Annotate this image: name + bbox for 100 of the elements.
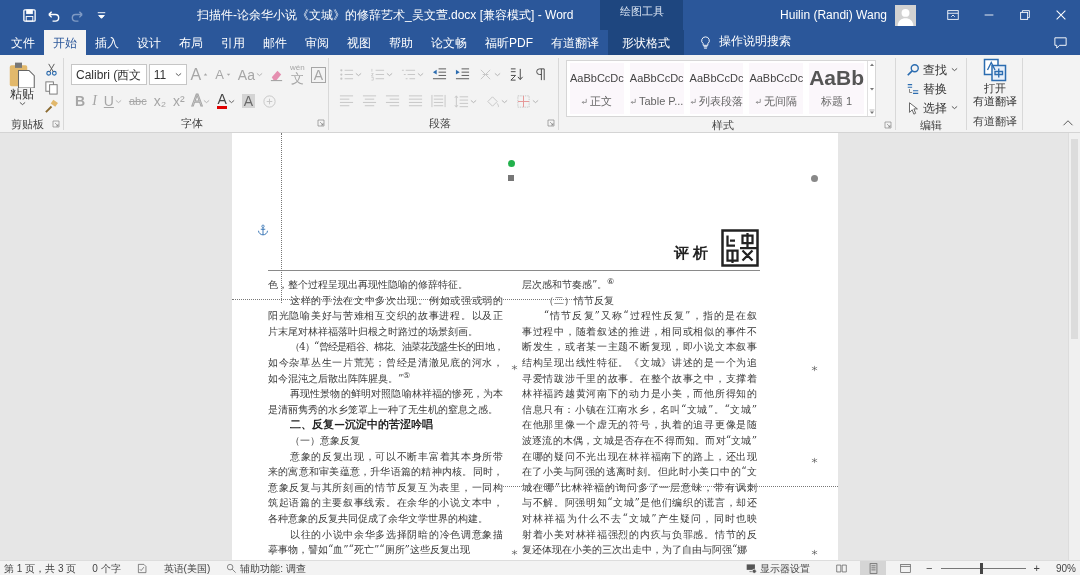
- paragraph: 以往的小说中余华多选择阴暗的冷色调意象描 摹事物，譬如“血”“死亡”“厕所”这些反复出现: [268, 526, 503, 558]
- ribbon-tab[interactable]: 形状格式: [608, 30, 684, 55]
- caret-icon: [255, 71, 263, 78]
- tell-me-search[interactable]: 操作说明搜索: [719, 32, 791, 50]
- style-item[interactable]: AaBbCcDc 正文: [570, 63, 624, 114]
- word-count[interactable]: 0 个字: [92, 560, 121, 575]
- print-view-button[interactable]: [860, 561, 887, 575]
- zoom-out-button[interactable]: −: [924, 562, 935, 574]
- dialog-launcher-icon[interactable]: [317, 119, 325, 128]
- copy-icon[interactable]: [44, 80, 59, 96]
- ribbon-tab[interactable]: 有道翻译: [542, 30, 608, 55]
- font-name-field[interactable]: Calibri (西文: [71, 64, 147, 85]
- display-settings-button[interactable]: 显示器设置: [746, 560, 811, 575]
- caret-icon: [203, 97, 211, 105]
- paragraph: 再现性景物的鲜明对照隐喻林祥福的惨死，为本 是清丽隽秀的水乡笼罩上一种了无生机的窒息之感。: [268, 386, 503, 417]
- asterisk-icon: [811, 457, 818, 464]
- caret-icon: [355, 71, 362, 78]
- distribute-icon: [431, 93, 446, 109]
- context-label: 绘图工具: [600, 0, 683, 30]
- paragraph: 意象的反复出现，可以不断丰富着其本身所带 来的寓意和审美蕴意，升华语篇的精神内核。同时， 意象反复与其所刻画的情节反复互为表里，一同构 筑起语篇的主要叙事线索。在余华的小说文本中， 各种意象的反复共同促成了余华文学世界的构建。: [268, 448, 503, 526]
- ribbon-tab[interactable]: 视图: [338, 30, 380, 55]
- rotation-handle[interactable]: [508, 160, 515, 167]
- section-title: 评析: [674, 242, 712, 264]
- ribbon-tab[interactable]: 福昕PDF: [476, 30, 542, 55]
- font-size-field[interactable]: 11: [148, 64, 187, 85]
- shrink-arrow-icon: [224, 71, 232, 78]
- caret-icon: [114, 97, 122, 105]
- group-label: 剪贴板: [10, 117, 45, 132]
- subsection-heading: （一）意象反复: [288, 432, 361, 448]
- ribbon-tab[interactable]: 设计: [128, 30, 170, 55]
- page-count[interactable]: 第 1 页，共 3 页: [4, 560, 77, 575]
- resize-handle[interactable]: [811, 175, 818, 182]
- ribbon-tab[interactable]: 开始: [44, 30, 86, 55]
- brush-icon[interactable]: [44, 99, 59, 115]
- font-color-button[interactable]: A: [215, 90, 237, 112]
- proofing-icon[interactable]: [136, 562, 148, 574]
- style-item[interactable]: AaBb 标题 1: [809, 63, 865, 114]
- save-icon[interactable]: [22, 7, 37, 23]
- ribbon-tab[interactable]: 论文畅: [422, 30, 476, 55]
- asterisk-icon: [811, 365, 818, 372]
- caret-icon: [494, 71, 501, 78]
- paragraph: 层次感和节奏感”。$^{⑥}$: [522, 277, 616, 292]
- scroll-up-icon[interactable]: [868, 61, 877, 69]
- anchor-icon[interactable]: [257, 224, 269, 236]
- caret-icon: [417, 71, 424, 78]
- language-status[interactable]: 英语(美国): [163, 560, 211, 575]
- avatar-icon[interactable]: [895, 4, 916, 26]
- paste-button[interactable]: 粘贴: [6, 60, 38, 116]
- caret-icon: [951, 104, 958, 111]
- translate-icon: [982, 58, 1007, 82]
- caret-icon: [19, 100, 26, 107]
- translate-button[interactable]: 打开 有道翻译: [967, 58, 1022, 110]
- zoom-thumb[interactable]: [980, 562, 984, 574]
- close-icon[interactable]: [1054, 8, 1068, 22]
- replace-button[interactable]: 替换: [902, 79, 951, 98]
- style-item[interactable]: AaBbCcDc 列表段落: [689, 63, 744, 114]
- seal-icon: [720, 228, 760, 268]
- caret-icon: [532, 97, 539, 105]
- group-label: 编辑: [919, 118, 943, 133]
- ribbon-tab[interactable]: 插入: [86, 30, 128, 55]
- dialog-launcher-icon[interactable]: [547, 119, 555, 128]
- ribbon-tab[interactable]: 邮件: [254, 30, 296, 55]
- zoom-percent[interactable]: 90%: [1056, 560, 1076, 575]
- more-icon[interactable]: [868, 108, 877, 116]
- ribbon-tab[interactable]: 引用: [212, 30, 254, 55]
- multilevel-icon: [401, 67, 416, 82]
- style-item[interactable]: AaBbCcDc Table P...: [629, 63, 684, 114]
- comment-icon[interactable]: [1053, 35, 1068, 50]
- dialog-launcher-icon[interactable]: [884, 121, 892, 130]
- sort-icon: [509, 67, 524, 82]
- caret-icon: [386, 71, 393, 78]
- ribbon-display-icon[interactable]: [946, 8, 960, 22]
- caret-icon: [470, 97, 477, 105]
- style-item[interactable]: AaBbCcDc 无间隔: [749, 63, 804, 114]
- restore-icon[interactable]: [1018, 8, 1032, 22]
- line-spacing-icon: [454, 93, 469, 109]
- resize-handle[interactable]: [508, 175, 514, 181]
- dialog-launcher-icon[interactable]: [52, 120, 60, 129]
- enclose-icon: [262, 93, 278, 109]
- ribbon-tab[interactable]: 文件: [2, 30, 44, 55]
- replace-icon: [906, 81, 920, 96]
- asterisk-icon: [811, 549, 818, 556]
- find-button[interactable]: 查找: [902, 60, 962, 79]
- justify-icon: [408, 93, 423, 109]
- ribbon-tab[interactable]: 布局: [170, 30, 212, 55]
- cut-icon[interactable]: [44, 61, 59, 77]
- paragraph: 色，整个过程呈现出再现性隐喻的修辞特征。: [268, 277, 469, 292]
- zoom-in-button[interactable]: +: [1031, 562, 1042, 574]
- ribbon-tab[interactable]: 帮助: [380, 30, 422, 55]
- select-button[interactable]: 选择: [902, 98, 962, 117]
- window-title: 扫描件-论余华小说《文城》的修辞艺术_吴文萱.docx [兼容模式] - Word: [197, 7, 575, 24]
- align-right-icon: [385, 93, 400, 109]
- search-icon: [906, 62, 920, 77]
- paragraph: （4）“曾经是稻谷、棉花、油菜花茂盛生长的田地， 如今杂草丛生一片荒芜；曾经是清澈见底的河水， 如今混沌之后散出阵阵腥臭。”$^{⑤}$: [268, 339, 503, 386]
- numbering-icon: [370, 67, 385, 82]
- accessibility-status[interactable]: 辅助功能: 调查: [226, 560, 306, 575]
- group-label: 段落: [427, 116, 452, 131]
- user-name[interactable]: Huilin (Randi) Wang: [780, 6, 887, 24]
- caret-icon: [174, 71, 182, 78]
- ribbon-tab[interactable]: 审阅: [296, 30, 338, 55]
